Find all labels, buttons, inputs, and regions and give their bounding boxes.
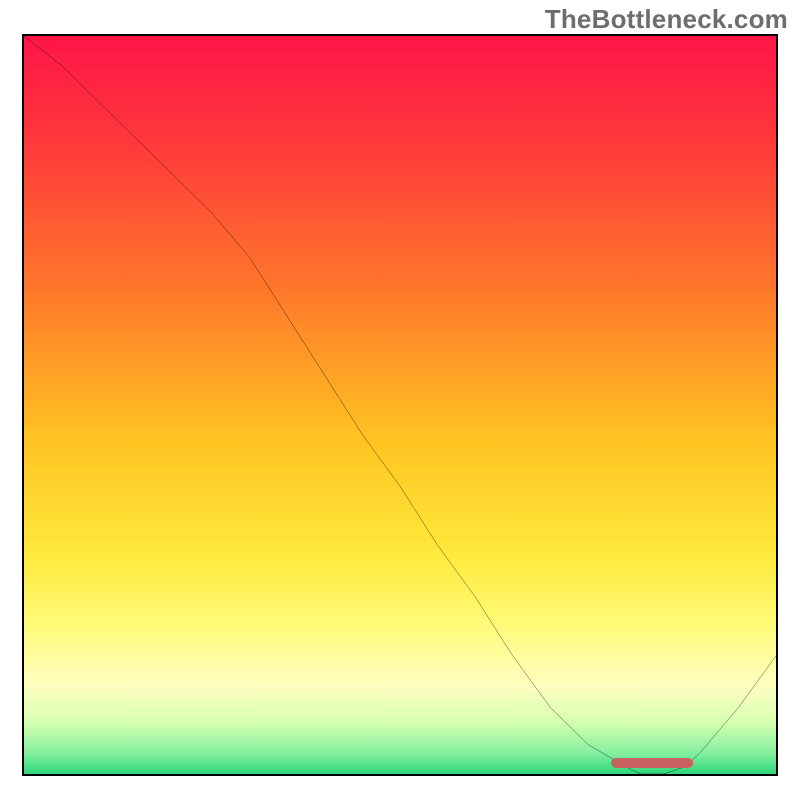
optimal-range-marker xyxy=(611,758,694,768)
plot-area xyxy=(22,34,778,776)
watermark-text: TheBottleneck.com xyxy=(545,4,788,35)
bottleneck-curve xyxy=(24,36,776,774)
chart-container: TheBottleneck.com xyxy=(0,0,800,800)
